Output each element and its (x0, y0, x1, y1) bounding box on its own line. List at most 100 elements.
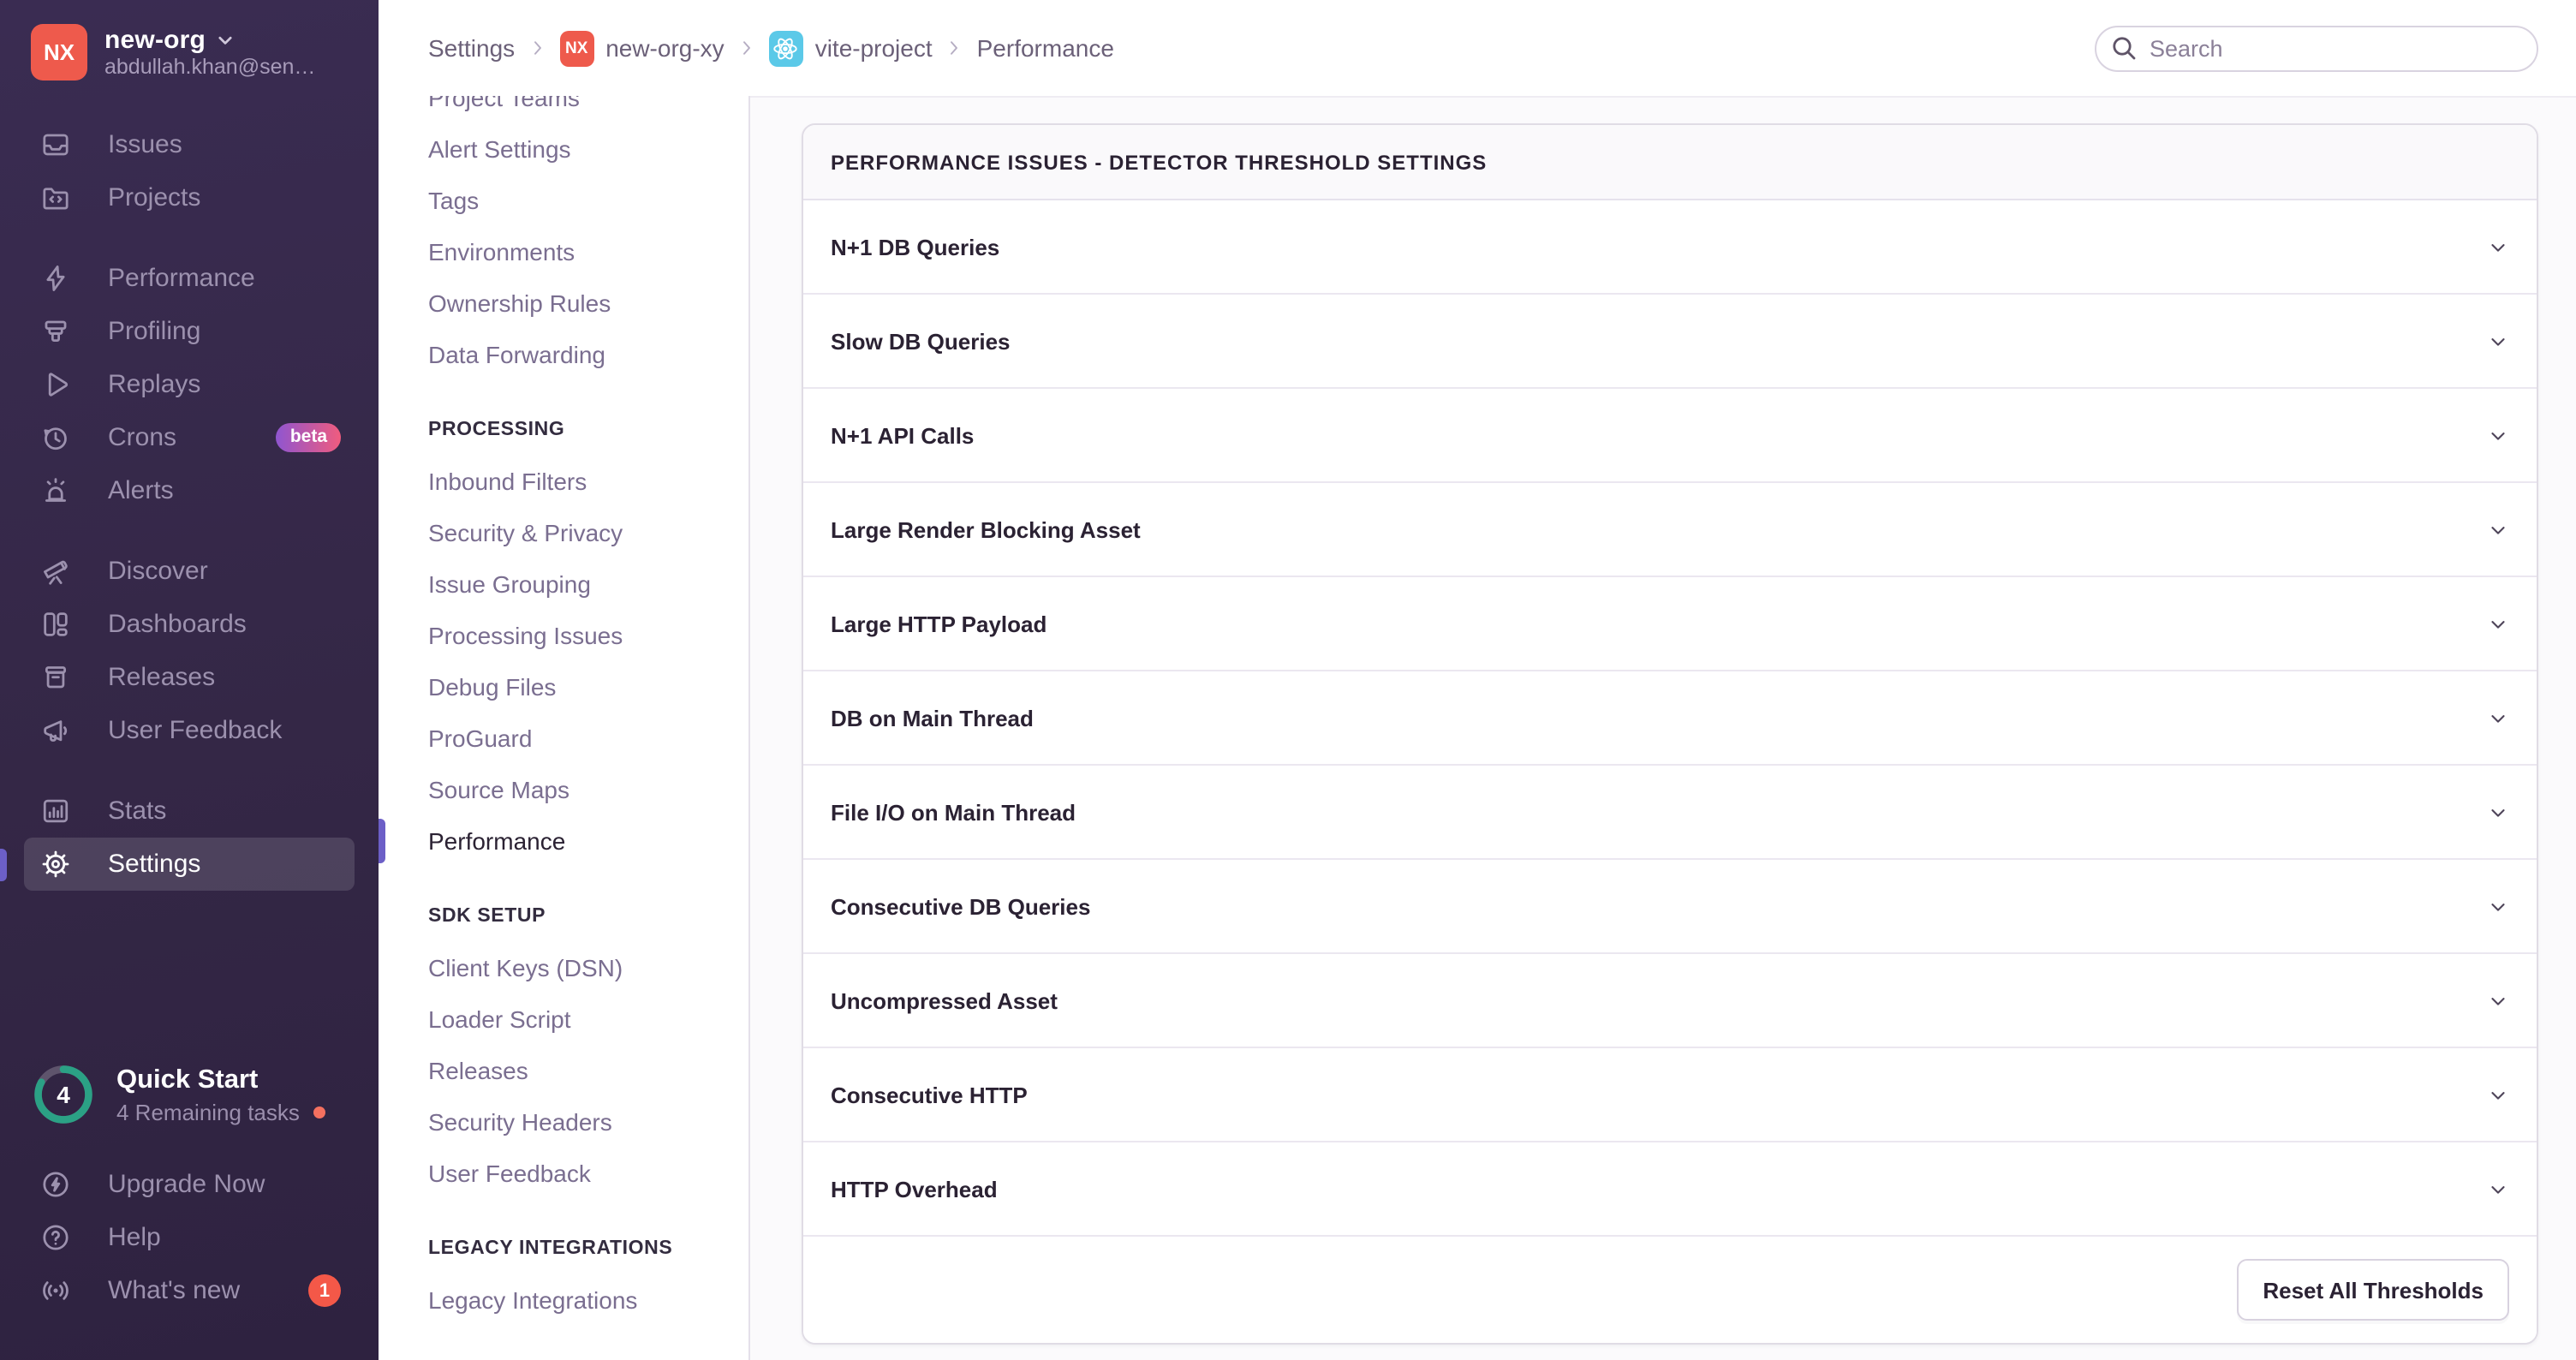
detector-row-label: Uncompressed Asset (831, 987, 1058, 1013)
settings-nav-item-data-forwarding[interactable]: Data Forwarding (379, 329, 748, 380)
settings-nav-item-proguard[interactable]: ProGuard (379, 713, 748, 764)
sidebar-item-projects[interactable]: Projects (24, 171, 355, 224)
breadcrumb-performance[interactable]: Performance (977, 34, 1114, 62)
search-icon (2110, 34, 2138, 62)
breadcrumb-new-org-xy[interactable]: NX new-org-xy (559, 30, 724, 66)
dashboards-icon (41, 610, 70, 639)
sidebar-item-discover[interactable]: Discover (24, 545, 355, 598)
settings-nav-item-client-keys-dsn[interactable]: Client Keys (DSN) (379, 942, 748, 993)
detector-row-db-on-main-thread[interactable]: DB on Main Thread (803, 671, 2537, 766)
detector-row-consecutive-http[interactable]: Consecutive HTTP (803, 1048, 2537, 1142)
breadcrumb-label: new-org-xy (605, 34, 724, 62)
settings-nav-item-source-maps[interactable]: Source Maps (379, 764, 748, 815)
breadcrumb-settings[interactable]: Settings (428, 34, 515, 62)
panel-footer: Reset All Thresholds (803, 1237, 2537, 1343)
releases-icon (41, 663, 70, 692)
detector-row-label: Large Render Blocking Asset (831, 516, 1141, 542)
chevron-down-icon (2487, 989, 2509, 1011)
quick-start-count: 4 (31, 1062, 96, 1127)
detector-row-file-i-o-on-main-thread[interactable]: File I/O on Main Thread (803, 766, 2537, 860)
main-content: PERFORMANCE ISSUES - DETECTOR THRESHOLD … (748, 96, 2576, 1360)
settings-nav-item-tags[interactable]: Tags (379, 175, 748, 226)
sidebar-item-what-s-new[interactable]: What's new1 (24, 1264, 355, 1317)
detector-row-n-1-db-queries[interactable]: N+1 DB Queries (803, 200, 2537, 295)
chevron-right-icon (736, 38, 757, 58)
sidebar-item-settings[interactable]: Settings (24, 838, 355, 891)
sidebar-item-alerts[interactable]: Alerts (24, 464, 355, 517)
search-input[interactable] (2095, 25, 2538, 71)
sidebar-item-replays[interactable]: Replays (24, 358, 355, 411)
chevron-down-icon (216, 31, 235, 50)
projects-icon (41, 183, 70, 212)
settings-nav-divider (748, 96, 750, 1360)
sidebar-item-releases[interactable]: Releases (24, 651, 355, 704)
sidebar-item-label: Upgrade Now (108, 1170, 265, 1199)
sidebar-item-label: Performance (108, 264, 255, 293)
crons-icon (41, 423, 70, 452)
detector-row-uncompressed-asset[interactable]: Uncompressed Asset (803, 954, 2537, 1048)
settings-nav-item-ownership-rules[interactable]: Ownership Rules (379, 277, 748, 329)
breadcrumb: Settings NX new-org-xy vite-project Performa… (428, 30, 1114, 66)
detector-row-n-1-api-calls[interactable]: N+1 API Calls (803, 389, 2537, 483)
org-badge: NX (559, 30, 593, 66)
settings-nav-item-legacy-integrations[interactable]: Legacy Integrations (379, 1274, 748, 1326)
breadcrumb-vite-project[interactable]: vite-project (769, 30, 933, 66)
detector-row-label: Large HTTP Payload (831, 611, 1046, 636)
detector-row-consecutive-db-queries[interactable]: Consecutive DB Queries (803, 860, 2537, 954)
detector-row-label: N+1 DB Queries (831, 234, 999, 259)
settings-nav-item-performance[interactable]: Performance (379, 815, 748, 867)
sidebar-item-label: Discover (108, 557, 208, 586)
detector-settings-panel: PERFORMANCE ISSUES - DETECTOR THRESHOLD … (802, 123, 2538, 1345)
settings-nav-item-alert-settings[interactable]: Alert Settings (379, 123, 748, 175)
chevron-down-icon (2487, 612, 2509, 635)
settings-nav-item-releases[interactable]: Releases (379, 1045, 748, 1096)
performance-icon (41, 264, 70, 293)
breadcrumb-label: vite-project (815, 34, 933, 62)
sidebar-item-label: Dashboards (108, 610, 247, 639)
settings-nav-item-debug-files[interactable]: Debug Files (379, 661, 748, 713)
sidebar-item-label: Projects (108, 183, 200, 212)
detector-row-large-http-payload[interactable]: Large HTTP Payload (803, 577, 2537, 671)
detector-row-label: HTTP Overhead (831, 1176, 998, 1202)
org-switcher[interactable]: NX new-org abdullah.khan@sen… (0, 0, 379, 91)
sidebar-item-issues[interactable]: Issues (24, 118, 355, 171)
sidebar-footer-nav: Upgrade Now Help What's new1 (0, 1158, 379, 1317)
settings-nav-item-issue-grouping[interactable]: Issue Grouping (379, 558, 748, 610)
detector-row-label: File I/O on Main Thread (831, 799, 1076, 825)
settings-nav-item-loader-script[interactable]: Loader Script (379, 993, 748, 1045)
settings-nav-item-processing-issues[interactable]: Processing Issues (379, 610, 748, 661)
reset-all-thresholds-button[interactable]: Reset All Thresholds (2237, 1259, 2509, 1321)
settings-nav-item-security-privacy[interactable]: Security & Privacy (379, 507, 748, 558)
settings-nav-item-user-feedback[interactable]: User Feedback (379, 1148, 748, 1199)
chevron-down-icon (2487, 1178, 2509, 1200)
breadcrumb-label: Performance (977, 34, 1114, 62)
detector-row-large-render-blocking-asset[interactable]: Large Render Blocking Asset (803, 483, 2537, 577)
detector-row-http-overhead[interactable]: HTTP Overhead (803, 1142, 2537, 1237)
sidebar-item-stats[interactable]: Stats (24, 784, 355, 838)
sidebar-item-user-feedback[interactable]: User Feedback (24, 704, 355, 757)
sidebar-item-crons[interactable]: Cronsbeta (24, 411, 355, 464)
chevron-down-icon (2487, 330, 2509, 352)
sidebar-item-help[interactable]: Help (24, 1211, 355, 1264)
notification-badge: 1 (308, 1274, 341, 1307)
chevron-down-icon (2487, 801, 2509, 823)
detector-row-label: N+1 API Calls (831, 422, 974, 448)
detector-row-label: Slow DB Queries (831, 328, 1011, 354)
detector-row-label: Consecutive HTTP (831, 1082, 1028, 1107)
settings-nav-item-inbound-filters[interactable]: Inbound Filters (379, 456, 748, 507)
sidebar-item-dashboards[interactable]: Dashboards (24, 598, 355, 651)
detector-row-slow-db-queries[interactable]: Slow DB Queries (803, 295, 2537, 389)
chevron-down-icon (2487, 236, 2509, 258)
sidebar-item-performance[interactable]: Performance (24, 252, 355, 305)
settings-nav: Project TeamsAlert SettingsTagsEnvironme… (379, 0, 748, 1360)
sidebar-item-upgrade-now[interactable]: Upgrade Now (24, 1158, 355, 1211)
quick-start[interactable]: 4 Quick Start 4 Remaining tasks (0, 1062, 379, 1127)
user-email: abdullah.khan@sen… (104, 55, 315, 79)
whats-new-icon (41, 1276, 70, 1305)
sidebar-item-label: Help (108, 1223, 161, 1252)
chevron-down-icon (2487, 518, 2509, 540)
detector-rows: N+1 DB Queries Slow DB Queries N+1 API Cal… (803, 200, 2537, 1237)
sidebar-item-profiling[interactable]: Profiling (24, 305, 355, 358)
settings-nav-item-security-headers[interactable]: Security Headers (379, 1096, 748, 1148)
settings-nav-item-environments[interactable]: Environments (379, 226, 748, 277)
